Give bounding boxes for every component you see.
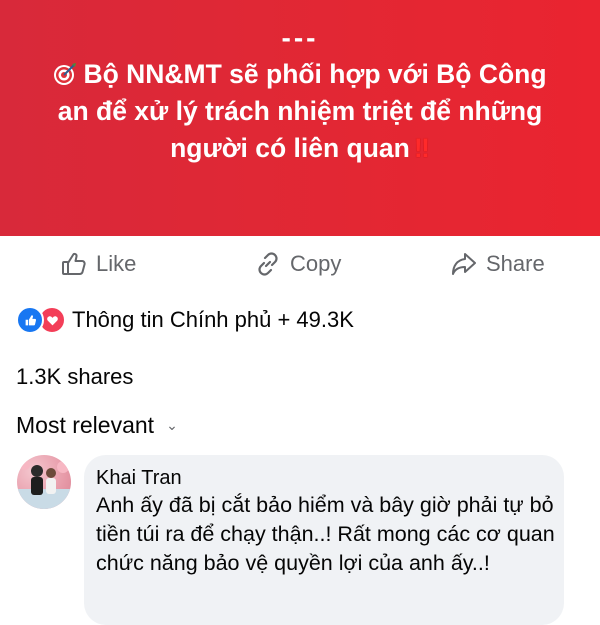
share-label: Share <box>486 251 545 276</box>
copy-button[interactable]: Copy <box>254 248 341 280</box>
reactions-text: Thông tin Chính phủ + 49.3K <box>72 307 354 332</box>
banner-dashes: --- <box>281 22 319 53</box>
dart-target-icon <box>54 63 77 85</box>
like-label: Like <box>96 251 137 276</box>
reaction-icons <box>16 306 66 334</box>
double-exclamation-icon: ‼ <box>413 133 430 163</box>
share-button[interactable]: Share <box>450 248 545 280</box>
like-button[interactable]: Like <box>60 248 136 280</box>
copy-label: Copy <box>290 251 342 276</box>
comment-author[interactable]: Khai Tran <box>96 467 182 490</box>
link-icon <box>258 252 278 276</box>
avatar[interactable] <box>17 455 71 509</box>
comment-sort-dropdown[interactable]: Most relevant ⌄ <box>16 412 178 439</box>
comment-text: Anh ấy đã bị cắt bảo hiểm và bây giờ phả… <box>96 493 555 575</box>
chevron-down-icon: ⌄ <box>166 417 178 433</box>
thumbs-up-icon <box>62 252 86 275</box>
reactions-summary[interactable]: Thông tin Chính phủ + 49.3K <box>16 304 354 336</box>
shares-count[interactable]: 1.3K shares <box>16 364 133 390</box>
post-actions-bar: Like Copy Share <box>0 236 600 292</box>
share-arrow-icon <box>452 253 476 275</box>
sort-label: Most relevant <box>16 412 155 438</box>
banner-headline: Bộ NN&MT sẽ phối hợp với Bộ Công an để x… <box>40 56 560 167</box>
post-image-banner[interactable]: --- Bộ NN&MT sẽ phối hợp với Bộ Công an … <box>0 0 600 236</box>
banner-headline-text: Bộ NN&MT sẽ phối hợp với Bộ Công an để x… <box>57 59 547 163</box>
like-reaction-icon <box>16 306 44 334</box>
